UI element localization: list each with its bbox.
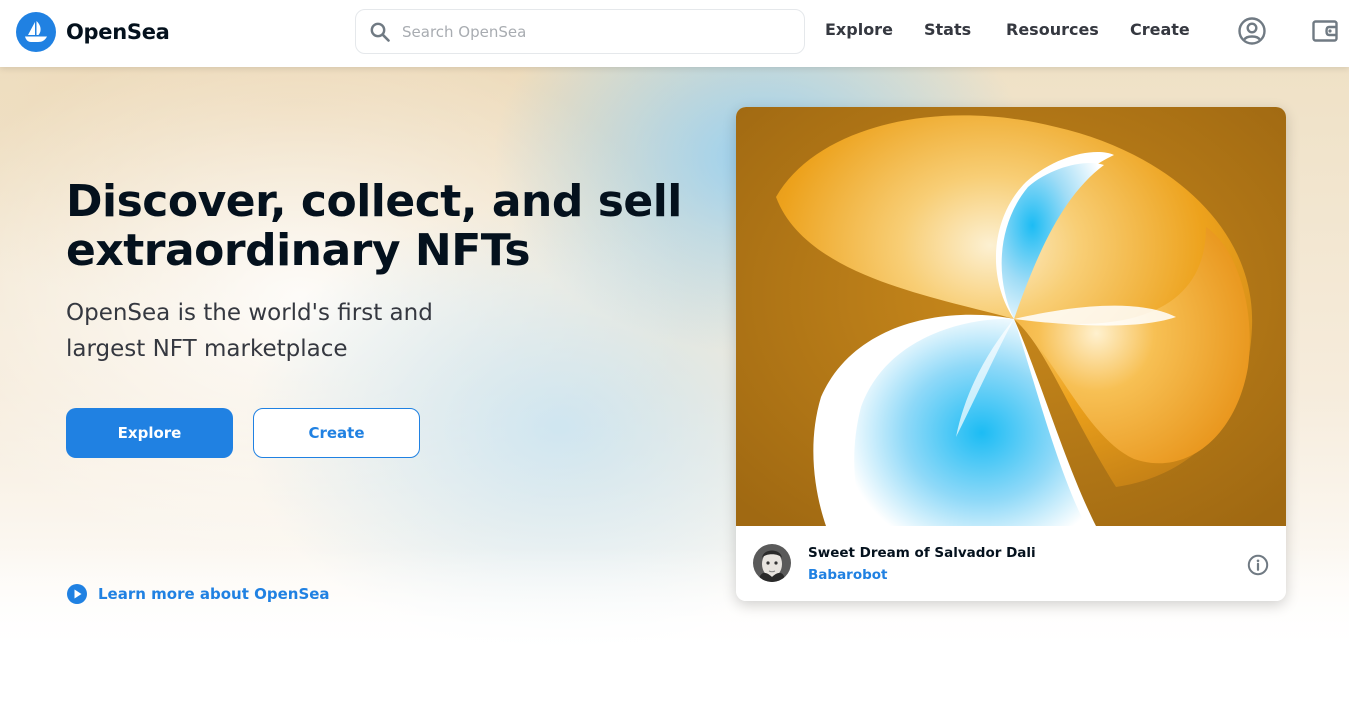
nft-name: Sweet Dream of Salvador Dali [808,545,1036,561]
wallet-icon[interactable] [1310,16,1340,46]
hero-title: Discover, collect, and sell extraordinar… [66,176,682,276]
play-circle-icon [66,583,88,605]
hero-section: Discover, collect, and sell extraordinar… [0,67,1349,657]
opensea-logo-icon [16,12,56,52]
creator-avatar[interactable] [753,544,791,582]
search-icon [369,21,391,43]
info-icon[interactable] [1247,554,1269,576]
nav-create-link[interactable]: Create [1130,20,1190,39]
search-input[interactable] [402,10,797,53]
top-navigation-bar: OpenSea Explore Stats Resources Create [0,0,1349,67]
featured-nft-card[interactable]: Sweet Dream of Salvador Dali Babarobot [736,107,1286,601]
account-icon[interactable] [1237,16,1267,46]
page-bottom-area [0,657,1349,704]
nav-stats-link[interactable]: Stats [924,20,971,39]
learn-more-text: Learn more about OpenSea [98,585,330,603]
nav-explore-link[interactable]: Explore [825,20,893,39]
explore-button[interactable]: Explore [66,408,233,458]
search-box[interactable] [355,9,805,54]
learn-more-link[interactable]: Learn more about OpenSea [66,583,330,605]
featured-nft-image[interactable] [736,107,1286,526]
brand-logo-link[interactable]: OpenSea [16,12,170,52]
create-button[interactable]: Create [253,408,420,458]
brand-name: OpenSea [66,20,170,44]
featured-nft-footer: Sweet Dream of Salvador Dali Babarobot [736,526,1286,601]
creator-name-link[interactable]: Babarobot [808,567,888,583]
nav-resources-link[interactable]: Resources [1006,20,1099,39]
hero-subtitle: OpenSea is the world's first and largest… [66,300,433,362]
